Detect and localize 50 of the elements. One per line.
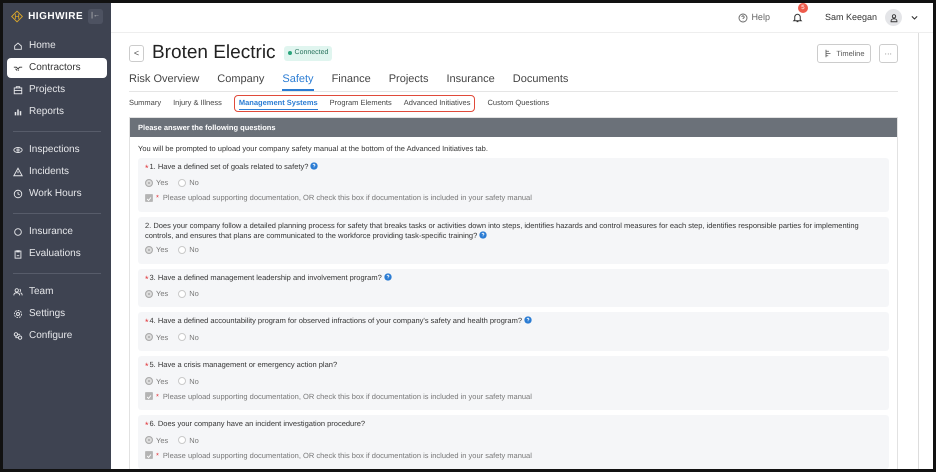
- checkbox[interactable]: [145, 451, 153, 460]
- sidebar-item[interactable]: Projects: [7, 80, 107, 100]
- sidebar-item[interactable]: Insurance: [7, 222, 107, 242]
- tab[interactable]: Documents: [512, 70, 568, 91]
- circle-icon: [13, 227, 23, 237]
- tab[interactable]: Company: [217, 70, 264, 91]
- chevron-down-icon: [910, 13, 919, 22]
- sidebar-item[interactable]: Contractors: [7, 58, 107, 78]
- sidebar-item[interactable]: Home: [7, 36, 107, 56]
- person-icon: [888, 12, 898, 22]
- bell-icon: [792, 12, 803, 23]
- required-marker: *: [145, 360, 149, 373]
- sidebar-item[interactable]: Reports: [7, 102, 107, 122]
- required-marker: *: [145, 419, 149, 432]
- tab[interactable]: Insurance: [446, 70, 495, 91]
- tab[interactable]: Safety: [282, 70, 314, 91]
- sidebar-item[interactable]: Inspections: [7, 140, 107, 160]
- clock-icon: [13, 189, 23, 199]
- required-marker: *: [145, 162, 149, 174]
- checkbox[interactable]: [145, 392, 153, 400]
- sidebar-item[interactable]: Configure: [7, 326, 107, 346]
- tab[interactable]: Projects: [388, 70, 428, 91]
- page-title: Broten Electric: [152, 41, 276, 65]
- checkbox[interactable]: [145, 194, 153, 202]
- sidebar-item[interactable]: Work Hours: [7, 184, 107, 204]
- eye-icon: [13, 145, 23, 155]
- required-marker: *: [145, 316, 149, 330]
- back-button[interactable]: <: [129, 44, 144, 62]
- sidebar-item[interactable]: Settings: [7, 304, 107, 324]
- tab[interactable]: Risk Overview: [129, 70, 200, 91]
- home-icon: [13, 41, 23, 51]
- logo-icon: [11, 8, 24, 25]
- tab[interactable]: Finance: [332, 70, 371, 91]
- sidebar-item[interactable]: Team: [7, 282, 107, 302]
- help-link[interactable]: Help: [738, 10, 770, 24]
- warning-icon: [13, 167, 23, 177]
- user-name: Sam Keegan: [824, 10, 877, 24]
- avatar[interactable]: [885, 9, 902, 26]
- nodes-icon: [13, 331, 23, 341]
- people-icon: [13, 287, 23, 297]
- sidebar-item[interactable]: Evaluations: [7, 244, 107, 264]
- clipboard-icon: [13, 249, 23, 259]
- help-icon: [738, 12, 748, 22]
- bar-chart-icon: [13, 107, 23, 117]
- sidebar-item[interactable]: Incidents: [7, 162, 107, 182]
- required-marker: *: [145, 272, 149, 286]
- logo-text: HIGHWIRE: [28, 10, 84, 24]
- timeline-icon: [823, 48, 832, 58]
- gear-icon: [13, 309, 23, 319]
- briefcase-icon: [13, 85, 23, 95]
